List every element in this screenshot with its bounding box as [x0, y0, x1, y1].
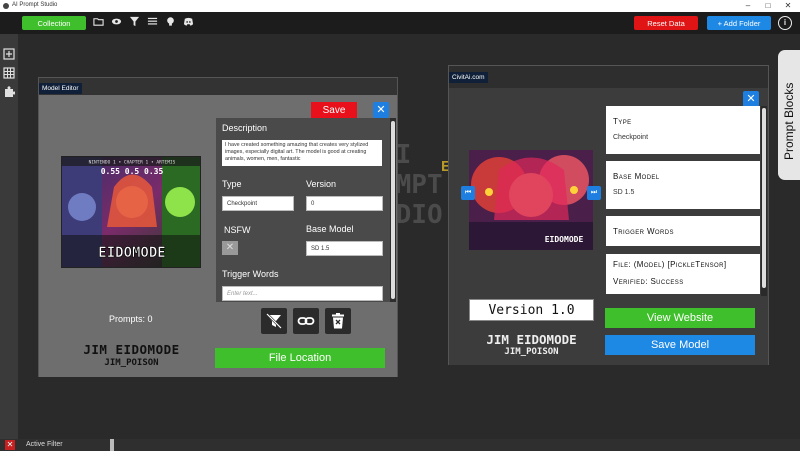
- type-field[interactable]: Checkpoint: [222, 196, 294, 211]
- save-model-button[interactable]: Save Model: [605, 335, 755, 355]
- civitai-tab[interactable]: CivitAi.com: [449, 72, 488, 83]
- file-info: File: (Model) [PickleTensor]: [613, 260, 727, 269]
- previous-image-button[interactable]: ⏮: [461, 186, 475, 200]
- type-card-label: Type: [613, 117, 632, 126]
- puzzle-icon[interactable]: [3, 85, 16, 97]
- model-editor-window: Model Editor Save ✕ NINTENDO 1 • CHAPTER…: [38, 77, 398, 377]
- version-field[interactable]: 0: [306, 196, 383, 211]
- next-image-button[interactable]: ⏭: [587, 186, 601, 200]
- file-location-button[interactable]: File Location: [215, 348, 385, 368]
- left-sidebar: [0, 34, 18, 439]
- image-header-text: NINTENDO 1 • CHAPTER 1 • ARTEMIS: [89, 160, 176, 166]
- civitai-scrollbar[interactable]: [761, 106, 767, 296]
- prompt-blocks-label: Prompt Blocks: [782, 82, 796, 160]
- type-card: Type Checkpoint: [606, 106, 760, 154]
- model-form: Description I have created something ama…: [216, 118, 392, 302]
- image-logo-text: EIDOMODE: [98, 245, 165, 261]
- trigger-words-label: Trigger Words: [222, 269, 279, 279]
- reset-data-button[interactable]: Reset Data: [634, 16, 698, 30]
- version-label: Version 1.0: [469, 299, 594, 321]
- verified-status: Verified: Success: [613, 277, 684, 286]
- editor-tab[interactable]: Model Editor: [39, 83, 82, 94]
- form-scrollbar[interactable]: [390, 118, 396, 302]
- base-model-field[interactable]: SD 1.5: [306, 241, 383, 256]
- base-model-label: Base Model: [306, 224, 354, 234]
- civitai-tab-strip: CivitAi.com: [449, 66, 768, 88]
- prompt-blocks-tab[interactable]: Prompt Blocks: [778, 50, 800, 180]
- trigger-words-input[interactable]: Enter text...: [222, 286, 383, 301]
- description-label: Description: [222, 123, 268, 133]
- model-author: JIM_POISON: [104, 358, 159, 368]
- status-bar: ✕ Active Filter: [0, 439, 800, 451]
- collection-button[interactable]: Collection: [22, 16, 86, 30]
- lightbulb-icon[interactable]: [163, 16, 177, 30]
- nsfw-checkbox[interactable]: ✕: [222, 241, 238, 255]
- civitai-author: JIM_POISON: [504, 347, 559, 357]
- add-folder-button[interactable]: + Add Folder: [707, 16, 771, 30]
- list-icon[interactable]: [145, 16, 159, 30]
- model-name: JIM EIDOMODE: [83, 342, 180, 357]
- eye-icon[interactable]: [109, 16, 123, 30]
- image-scores-text: 0.55 0.5 0.35: [101, 167, 164, 176]
- title-bar: AI Prompt Studio – □ ✕: [0, 0, 800, 12]
- active-filter-label: Active Filter: [26, 441, 63, 448]
- grid-icon[interactable]: [3, 66, 15, 79]
- minimize-icon[interactable]: –: [738, 0, 758, 12]
- description-field[interactable]: I have created something amazing that cr…: [222, 140, 382, 166]
- editor-tab-strip: Model Editor: [39, 78, 397, 95]
- close-window-icon[interactable]: ✕: [778, 0, 798, 12]
- info-icon[interactable]: i: [778, 16, 792, 30]
- civitai-image-logo-text: EIDOMODE: [545, 235, 584, 244]
- view-website-button[interactable]: View Website: [605, 308, 755, 328]
- prompts-count: Prompts: 0: [109, 314, 153, 324]
- save-button[interactable]: Save: [311, 102, 357, 118]
- add-note-icon[interactable]: [3, 47, 15, 60]
- nsfw-label: NSFW: [224, 225, 251, 235]
- discord-icon[interactable]: [181, 16, 195, 30]
- type-card-value: Checkpoint: [613, 134, 649, 141]
- toolbar: Collection Reset Data + Add Folder i: [0, 12, 800, 34]
- window-title: AI Prompt Studio: [12, 2, 58, 8]
- model-preview-image: NINTENDO 1 • CHAPTER 1 • ARTEMIS 0.55 0.…: [61, 156, 201, 268]
- maximize-icon[interactable]: □: [758, 0, 778, 12]
- version-label: Version: [306, 179, 337, 189]
- delete-icon[interactable]: [325, 308, 351, 334]
- civitai-model-name: JIM EIDOMODE: [486, 332, 577, 347]
- filter-icon[interactable]: [127, 16, 141, 30]
- civitai-preview-image: EIDOMODE: [469, 150, 593, 250]
- trigger-words-card: Trigger Words: [606, 216, 760, 246]
- close-editor-icon[interactable]: ✕: [373, 102, 389, 118]
- file-card: File: (Model) [PickleTensor] Verified: S…: [606, 254, 760, 294]
- resize-handle[interactable]: [110, 439, 114, 451]
- trigger-words-card-label: Trigger Words: [613, 227, 674, 236]
- folder-icon[interactable]: [91, 16, 105, 30]
- clear-filter-icon[interactable]: [261, 308, 287, 334]
- link-icon[interactable]: [293, 308, 319, 334]
- base-model-card: Base Model SD 1.5: [606, 161, 760, 209]
- type-label: Type: [222, 179, 242, 189]
- clear-active-filter-icon[interactable]: ✕: [5, 440, 15, 450]
- base-model-card-label: Base Model: [613, 172, 660, 181]
- app-icon: [3, 3, 9, 9]
- base-model-card-value: SD 1.5: [613, 189, 635, 196]
- close-civitai-icon[interactable]: ✕: [743, 91, 759, 107]
